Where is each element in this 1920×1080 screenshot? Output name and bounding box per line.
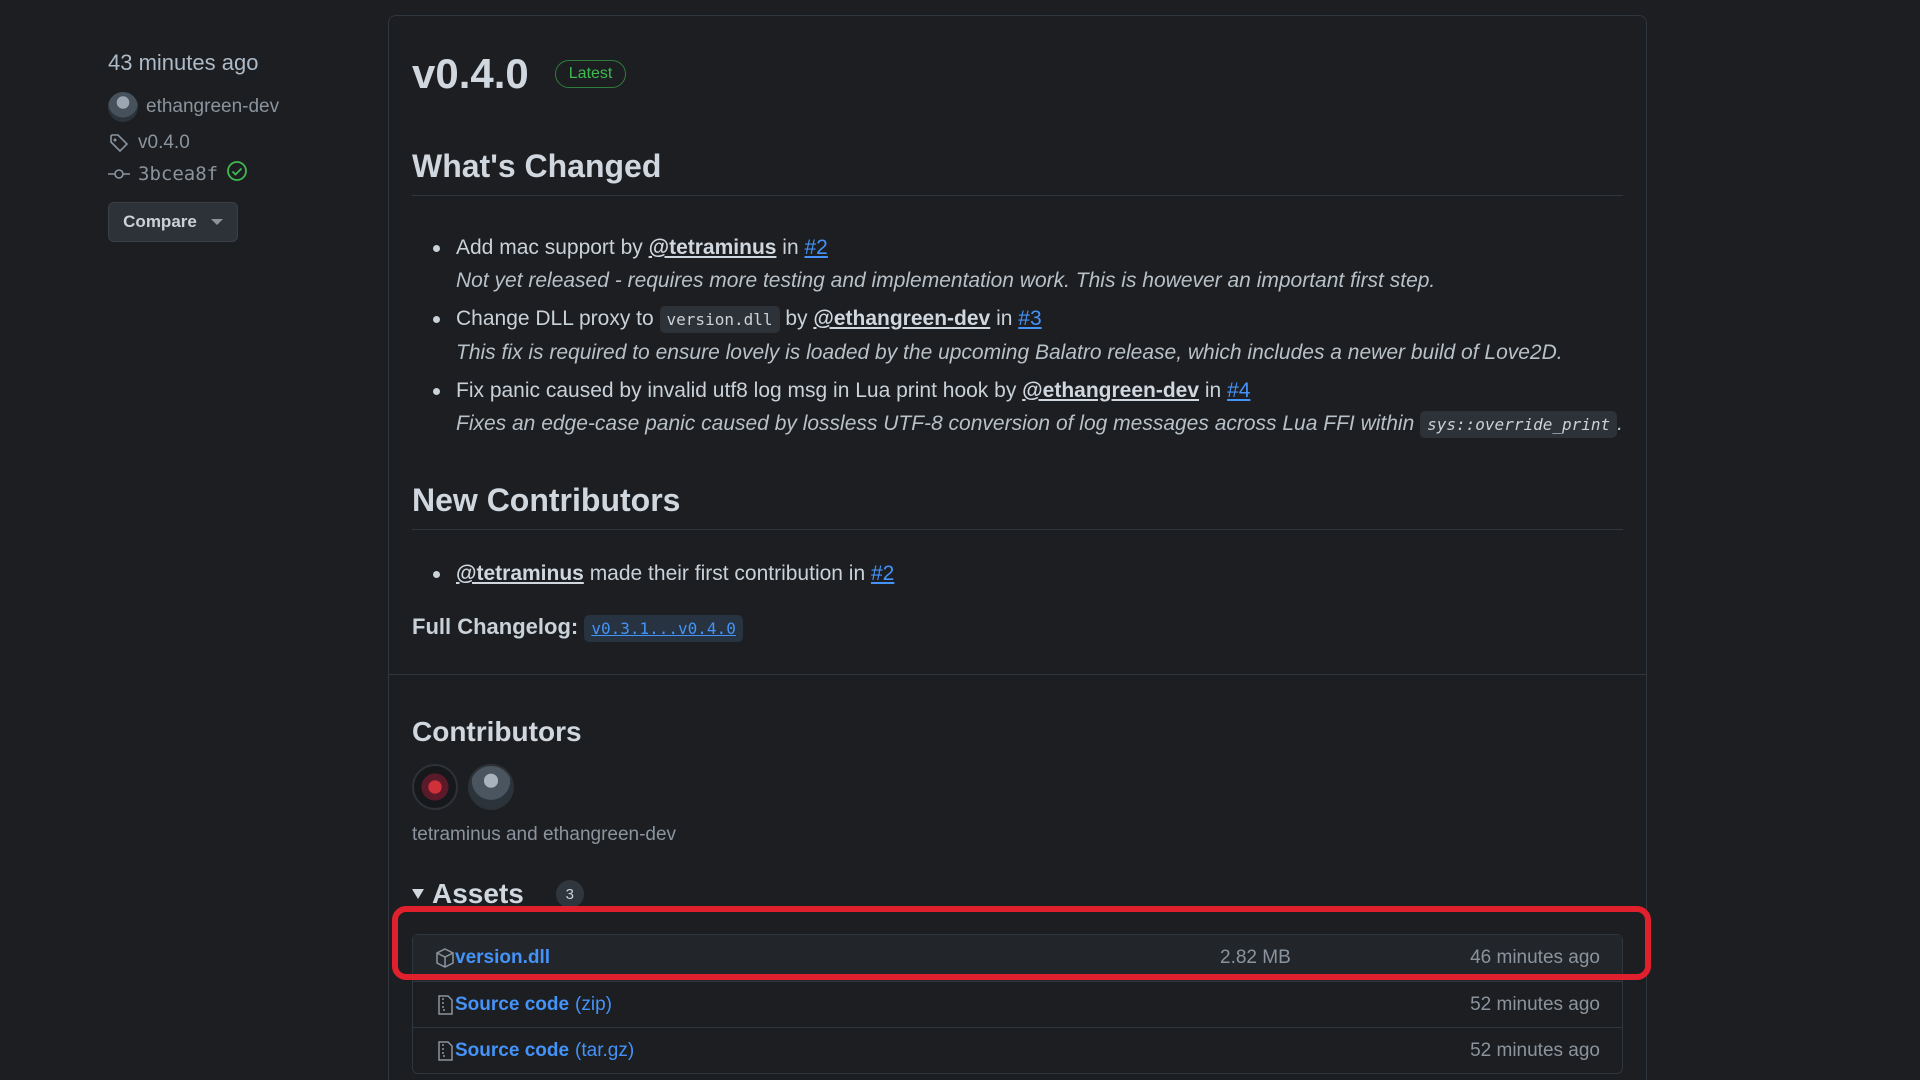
file-zip-icon bbox=[435, 1040, 455, 1062]
change-text: Fix panic caused by invalid utf8 log msg… bbox=[456, 379, 1017, 402]
list-item: @tetraminus made their first contributio… bbox=[412, 557, 1623, 590]
commit-sha[interactable]: 3bcea8f bbox=[138, 163, 218, 185]
full-changelog-label: Full Changelog: bbox=[412, 614, 579, 639]
user-link[interactable]: @ethangreen-dev bbox=[1022, 379, 1199, 402]
section-divider bbox=[389, 674, 1646, 675]
asset-row: Source code (tar.gz) 52 minutes ago bbox=[413, 1027, 1622, 1073]
chevron-down-icon bbox=[210, 219, 223, 225]
whats-changed-section: What's Changed bbox=[412, 148, 1623, 196]
verified-check-icon bbox=[226, 160, 248, 188]
assets-list: version.dll 2.82 MB 46 minutes ago Sourc… bbox=[412, 934, 1623, 1074]
triangle-down-icon bbox=[412, 889, 424, 899]
asset-row: version.dll 2.82 MB 46 minutes ago bbox=[413, 935, 1622, 981]
list-item: Fix panic caused by invalid utf8 log msg… bbox=[412, 374, 1623, 441]
asset-time: 52 minutes ago bbox=[1470, 1039, 1600, 1061]
change-text: in bbox=[782, 236, 799, 259]
tag-name[interactable]: v0.4.0 bbox=[138, 132, 190, 154]
contributor-names: tetraminus and ethangreen-dev bbox=[412, 824, 677, 845]
asset-row: Source code (zip) 52 minutes ago bbox=[413, 981, 1622, 1027]
change-text: in bbox=[996, 307, 1013, 330]
author-link[interactable]: ethangreen-dev bbox=[108, 92, 348, 122]
asset-time: 52 minutes ago bbox=[1470, 993, 1600, 1015]
compare-label: Compare bbox=[123, 212, 197, 231]
changelog-compare-link[interactable]: v0.3.1...v0.4.0 bbox=[584, 615, 743, 642]
pr-link[interactable]: #4 bbox=[1227, 379, 1250, 402]
change-note: This fix is required to ensure lovely is… bbox=[456, 341, 1563, 364]
asset-ext[interactable]: (zip) bbox=[575, 994, 612, 1016]
package-icon bbox=[435, 947, 455, 969]
compare-button[interactable]: Compare bbox=[108, 202, 238, 242]
author-avatar bbox=[108, 92, 138, 122]
inline-code: version.dll bbox=[659, 306, 780, 333]
user-link[interactable]: @tetraminus bbox=[456, 562, 584, 585]
release-header: v0.4.0 Latest bbox=[412, 50, 1623, 98]
change-text: Change DLL proxy to bbox=[456, 307, 654, 330]
release-sidebar: 43 minutes ago ethangreen-dev v0.4.0 3bc… bbox=[108, 50, 348, 242]
tag-icon bbox=[108, 132, 130, 154]
change-note-end: . bbox=[1617, 412, 1623, 435]
contributors-heading: Contributors bbox=[412, 716, 582, 747]
inline-code: sys::override_print bbox=[1420, 411, 1618, 438]
file-zip-icon bbox=[435, 994, 455, 1016]
asset-link[interactable]: version.dll bbox=[455, 947, 550, 969]
user-link[interactable]: @tetraminus bbox=[649, 236, 777, 259]
commit-link[interactable]: 3bcea8f bbox=[108, 160, 348, 188]
contributor-avatars bbox=[412, 764, 1623, 810]
whats-changed-heading: What's Changed bbox=[412, 148, 1623, 196]
asset-link[interactable]: Source code bbox=[455, 1040, 569, 1062]
change-note: Fixes an edge-case panic caused by lossl… bbox=[456, 407, 1623, 441]
new-contributors-heading: New Contributors bbox=[412, 482, 1623, 530]
assets-count-badge: 3 bbox=[555, 880, 584, 908]
list-item: Change DLL proxy to version.dll by @etha… bbox=[412, 302, 1623, 369]
avatar[interactable] bbox=[468, 764, 514, 810]
tag-link[interactable]: v0.4.0 bbox=[108, 132, 348, 154]
pr-link[interactable]: #2 bbox=[871, 562, 894, 585]
changes-list: Add mac support by @tetraminus in #2 Not… bbox=[412, 231, 1623, 446]
commit-icon bbox=[108, 163, 130, 185]
release-title[interactable]: v0.4.0 bbox=[412, 50, 529, 98]
contributor-text: made their first contribution in bbox=[589, 562, 866, 585]
change-text: in bbox=[1204, 379, 1222, 402]
list-item: Add mac support by @tetraminus in #2 Not… bbox=[412, 231, 1623, 297]
asset-size: 2.82 MB bbox=[1220, 947, 1291, 968]
asset-ext[interactable]: (tar.gz) bbox=[575, 1040, 634, 1062]
user-link[interactable]: @ethangreen-dev bbox=[813, 307, 990, 330]
asset-time: 46 minutes ago bbox=[1470, 947, 1600, 968]
new-contributors-section: New Contributors bbox=[412, 482, 1623, 530]
assets-heading: Assets bbox=[432, 878, 524, 909]
release-card: v0.4.0 Latest What's Changed Add mac sup… bbox=[388, 15, 1647, 1080]
change-text: by bbox=[785, 307, 808, 330]
new-contributors-list: @tetraminus made their first contributio… bbox=[412, 557, 1623, 595]
change-note-text: Fixes an edge-case panic caused by lossl… bbox=[456, 412, 1415, 435]
author-name[interactable]: ethangreen-dev bbox=[146, 96, 279, 118]
change-note: Not yet released - requires more testing… bbox=[456, 269, 1436, 292]
release-time: 43 minutes ago bbox=[108, 50, 259, 75]
full-changelog: Full Changelog: v0.3.1...v0.4.0 bbox=[412, 614, 1623, 642]
avatar[interactable] bbox=[412, 764, 458, 810]
change-text: Add mac support by bbox=[456, 236, 643, 259]
asset-link[interactable]: Source code bbox=[455, 994, 569, 1016]
pr-link[interactable]: #2 bbox=[805, 236, 828, 259]
assets-toggle[interactable]: Assets 3 bbox=[412, 878, 1623, 910]
latest-badge: Latest bbox=[554, 60, 627, 88]
pr-link[interactable]: #3 bbox=[1018, 307, 1041, 330]
